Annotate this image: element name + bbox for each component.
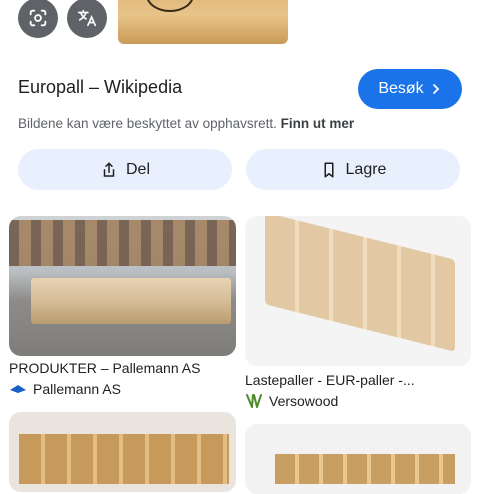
translate-button[interactable] [67, 0, 107, 38]
related-title-2[interactable]: Lastepaller - EUR-paller -... [245, 372, 415, 388]
source-name: Versowood [269, 393, 339, 409]
page-title[interactable]: Europall – Wikipedia [18, 77, 182, 98]
pallemann-logo-icon [10, 385, 26, 393]
related-image-3[interactable] [9, 412, 236, 492]
google-lens-button[interactable] [18, 0, 58, 38]
share-icon [103, 161, 115, 177]
share-button[interactable]: Del [18, 149, 232, 190]
related-image-4[interactable] [245, 424, 471, 494]
pallet-shape [31, 278, 231, 324]
google-lens-icon [29, 9, 47, 27]
versowood-logo-icon [246, 394, 262, 408]
visit-button[interactable]: Besøk [358, 69, 462, 109]
epal-stamp: EPAL [146, 0, 194, 12]
pallet-stack-background [9, 220, 236, 266]
source-name: Pallemann AS [33, 381, 121, 397]
image-preview[interactable]: EPAL [0, 0, 480, 50]
notice-text: Bildene kan være beskyttet av opphavsret… [18, 116, 277, 131]
learn-more-link[interactable]: Finn ut mer [281, 116, 355, 131]
related-image-1[interactable] [9, 216, 236, 356]
pallet-shape [265, 216, 455, 352]
chevron-right-icon [432, 84, 439, 94]
related-image-2[interactable] [245, 216, 471, 366]
related-source-2[interactable]: Versowood [245, 393, 338, 409]
related-source-1[interactable]: Pallemann AS [9, 381, 121, 397]
visit-button-label: Besøk [378, 80, 424, 97]
bookmark-icon [324, 162, 334, 177]
save-label: Lagre [345, 160, 387, 178]
share-label: Del [125, 160, 150, 178]
save-button[interactable]: Lagre [246, 149, 460, 190]
pallet-shape [19, 434, 229, 484]
related-title-1[interactable]: PRODUKTER – Pallemann AS [9, 360, 200, 376]
preview-pallet-image: EPAL [118, 0, 288, 44]
translate-icon [77, 9, 97, 27]
copyright-notice: Bildene kan være beskyttet av opphavsret… [18, 116, 354, 131]
